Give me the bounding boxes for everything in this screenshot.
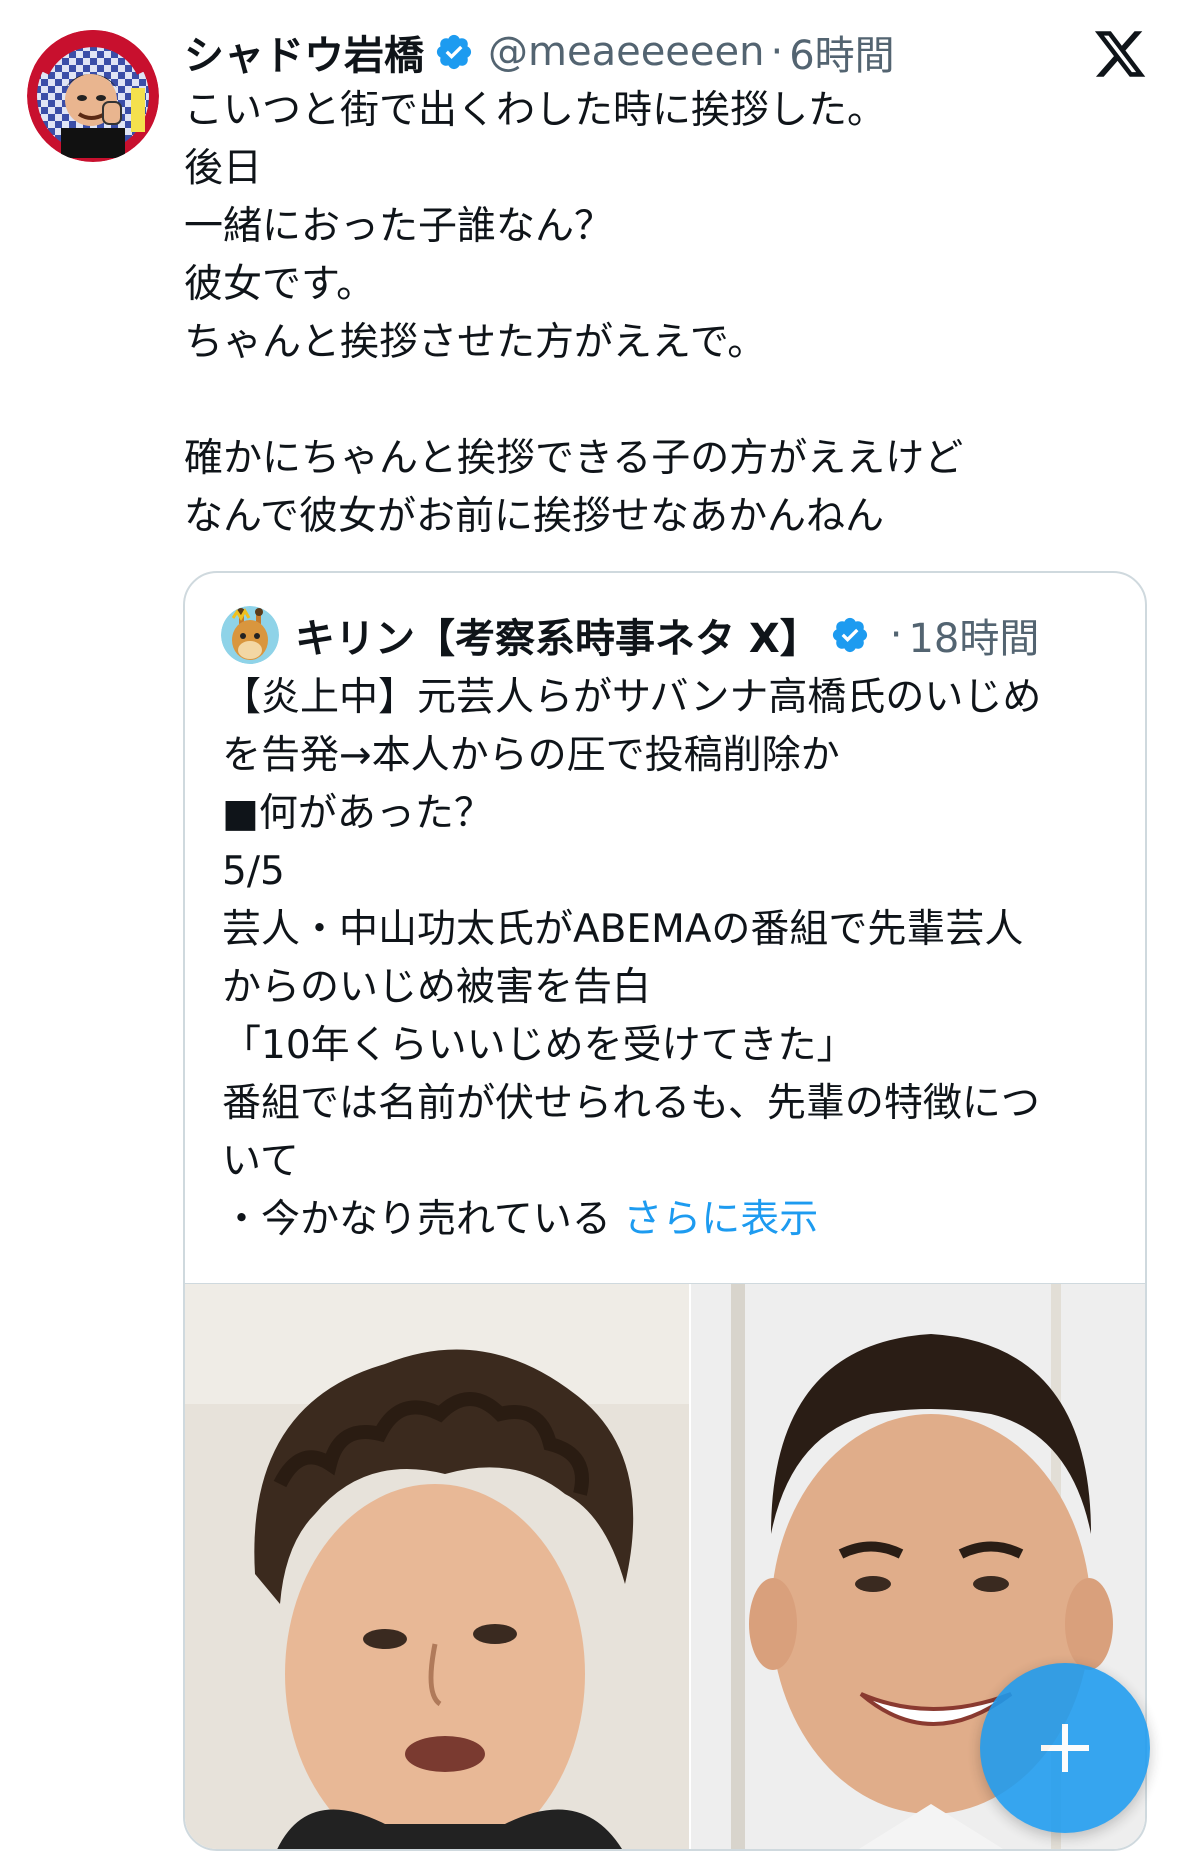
quoted-text-last: ・今かなり売れている	[222, 1197, 611, 1242]
tweet-timestamp[interactable]: 6時間	[789, 23, 894, 81]
tweet-header: シャドウ岩橋 @meaeeeeen · 6時間	[184, 22, 895, 82]
tweet-text-line: こいつと街で出くわした時に挨拶した。	[184, 88, 887, 133]
tweet-text-line: 一緒におった子誰なん？	[184, 204, 614, 249]
quoted-text-line-last: ・今かなり売れている さらに表示	[222, 1191, 1122, 1249]
verified-badge-icon	[436, 34, 472, 70]
quoted-tweet-timestamp[interactable]: 18時間	[908, 606, 1039, 664]
quoted-tweet-card[interactable]: キリン【考察系時事ネタ X】 · 18時間 【炎上中】元芸人らがサバンナ高橋氏の…	[183, 571, 1147, 1851]
tweet-text-line: 後日	[184, 146, 263, 191]
tweet-text-line: 確かにちゃんと挨拶できる子の方がええけど	[184, 436, 964, 481]
separator-dot: ·	[770, 29, 784, 75]
author-avatar[interactable]	[27, 30, 159, 162]
avatar-illustration	[27, 30, 159, 162]
tweet-text-line: なんで彼女がお前に挨拶せなあかんねん	[184, 494, 885, 539]
quoted-text-line: 【炎上中】元芸人らがサバンナ高橋氏のいじめ	[222, 675, 1042, 720]
quoted-text-line: を告発→本人からの圧で投稿削除か	[222, 733, 840, 778]
giraffe-avatar-icon	[221, 606, 279, 664]
tweet-text-line: 彼女です。	[184, 262, 376, 307]
show-more-link[interactable]: さらに表示	[623, 1197, 818, 1242]
quoted-tweet-body: 【炎上中】元芸人らがサバンナ高橋氏のいじめ を告発→本人からの圧で投稿削除か ■…	[222, 669, 1122, 1249]
quoted-text-line: からのいじめ被害を告白	[222, 965, 652, 1010]
tweet-body: こいつと街で出くわした時に挨拶した。 後日 一緒におった子誰なん？ 彼女です。 …	[184, 82, 1084, 546]
tweet-text-line	[184, 372, 1084, 430]
compose-button[interactable]	[980, 1663, 1150, 1833]
tweet-detail-screen: シャドウ岩橋 @meaeeeeen · 6時間 こいつと街で出くわした時に挨拶し…	[0, 0, 1178, 1859]
quoted-text-line: 5/5	[222, 849, 285, 894]
verified-badge-icon	[832, 617, 867, 653]
author-display-name[interactable]: シャドウ岩橋	[184, 23, 424, 81]
quoted-tweet-header: キリン【考察系時事ネタ X】 · 18時間	[221, 605, 1039, 665]
quoted-author-display-name[interactable]: キリン【考察系時事ネタ X】	[295, 606, 820, 664]
quoted-text-line: 芸人・中山功太氏がABEMAの番組で先輩芸人	[222, 907, 1024, 952]
quoted-author-avatar[interactable]	[221, 606, 279, 664]
quoted-text-line: ■何があった？	[222, 791, 493, 836]
quoted-text-line: いて	[222, 1139, 299, 1184]
quoted-text-line: 番組では名前が伏せられるも、先輩の特徴につ	[222, 1081, 1040, 1126]
media-photo-left[interactable]	[185, 1284, 689, 1849]
x-logo-icon[interactable]	[1092, 26, 1148, 82]
person-photo-curly-hair	[185, 1284, 689, 1849]
tweet-text-line: ちゃんと挨拶させた方がええで。	[184, 320, 767, 365]
plus-icon	[1041, 1724, 1089, 1772]
author-handle[interactable]: @meaeeeeen	[488, 29, 764, 75]
separator-dot: ·	[889, 612, 903, 658]
quoted-text-line: 「10年くらいいじめを受けてきた」	[222, 1023, 856, 1068]
